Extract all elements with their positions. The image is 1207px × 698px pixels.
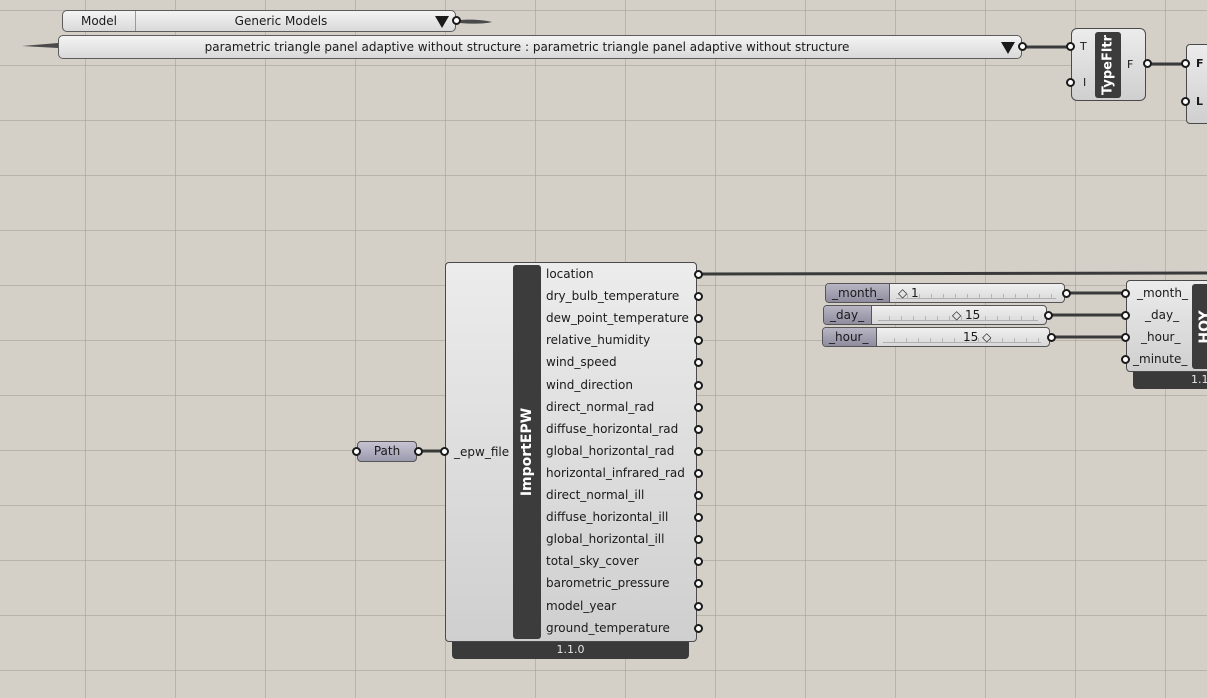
month-slider-value[interactable]: ◇ 1 [898,286,919,300]
epw-output-6: direct_normal_rad [546,399,655,414]
import-epw-component[interactable]: _epw_file ImportEPW location dry_bulb_tem… [445,262,697,642]
wire-stub-left [22,43,58,48]
hour-slider-label: _hour_ [823,328,877,346]
epw-output-12: global_horizontal_ill [546,532,665,547]
hoy-grip-hour[interactable] [1121,333,1130,342]
epw-output-7: diffuse_horizontal_rad [546,421,679,436]
hour-slider-grip[interactable] [1047,333,1056,342]
hoy-grip-month[interactable] [1121,289,1130,298]
epw-output-5: wind_direction [546,377,633,392]
epw-output-grip-7[interactable] [694,424,703,434]
dropdown-arrow-icon[interactable] [435,16,449,28]
epw-output-grip-14[interactable] [694,579,703,589]
hoy-nickname: HOY [1192,284,1207,369]
right-edge-grip-l[interactable] [1181,97,1190,106]
type-filter-input-i: I [1083,76,1087,89]
epw-output-3: relative_humidity [546,333,651,348]
right-edge-component[interactable]: F L [1186,44,1207,124]
epw-output-1: dry_bulb_temperature [546,289,680,304]
month-slider-grip[interactable] [1062,289,1071,298]
epw-output-16: ground_temperature [546,620,670,635]
epw-output-grip-1[interactable] [694,292,703,302]
epw-output-grip-10[interactable] [694,491,703,500]
epw-output-15: model_year [546,598,617,613]
type-filter-grip-t[interactable] [1066,42,1075,51]
epw-output-10: direct_normal_ill [546,488,645,502]
epw-output-4: wind_speed [546,355,617,370]
month-slider-track[interactable] [896,287,1056,299]
path-label: Path [373,444,401,458]
type-filter-output-f: F [1127,58,1134,71]
type-filter-grip-i[interactable] [1066,78,1075,87]
epw-output-grip-12[interactable] [694,535,703,545]
element-output-grip[interactable] [1018,42,1027,51]
epw-output-2: dew_point_temperature [546,311,689,326]
import-epw-version: 1.1.0 [452,642,689,659]
hoy-input-minute: _minute_ [1133,352,1188,366]
type-filter-nickname: TypeFltr [1095,32,1121,98]
epw-output-grip-8[interactable] [694,446,703,456]
right-edge-input-l: L [1196,95,1204,108]
month-slider[interactable]: _month_ ◇ 1 [825,283,1065,303]
element-type-dropdown[interactable]: parametric triangle panel adaptive witho… [58,35,1022,59]
hoy-input-month: _month_ [1137,286,1188,300]
epw-output-grip-0[interactable] [694,270,703,279]
wire-location-out [699,271,1207,276]
hoy-grip-day[interactable] [1121,311,1130,320]
model-output-grip[interactable] [452,16,461,25]
hour-slider-track[interactable] [883,331,1041,343]
day-slider-value[interactable]: ◇ 15 [952,308,980,322]
epw-output-grip-3[interactable] [694,336,703,346]
type-filter-grip-f[interactable] [1143,59,1152,68]
epw-output-9: horizontal_infrared_rad [546,465,685,480]
hoy-input-hour: _hour_ [1141,330,1181,344]
epw-output-0: location [546,267,594,281]
epw-output-13: total_sky_cover [546,554,639,569]
path-input-grip[interactable] [352,447,361,456]
type-filter-input-t: T [1080,40,1087,53]
right-edge-input-f: F [1196,57,1204,70]
day-slider-grip[interactable] [1044,311,1053,320]
model-label: Model [80,14,118,28]
epw-output-grip-13[interactable] [694,557,703,567]
hoy-input-day: _day_ [1145,308,1180,322]
epw-file-input-label: _epw_file [454,445,510,459]
epw-output-11: diffuse_horizontal_ill [546,510,669,525]
epw-output-grip-2[interactable] [694,314,703,324]
hoy-component[interactable]: _month_ _day_ _hour_ _minute_ HOY [1126,280,1207,372]
model-category-dropdown[interactable]: Model Generic Models [62,10,456,32]
wire-stub-model [460,19,492,24]
model-value: Generic Models [234,14,328,28]
epw-output-14: barometric_pressure [546,576,670,591]
hour-slider-value[interactable]: 15 ◇ [963,330,991,344]
hoy-version: 1.1 [1133,372,1207,389]
import-epw-nickname: ImportEPW [513,265,541,639]
epw-output-grip-6[interactable] [694,402,703,412]
day-slider-label: _day_ [824,306,872,324]
epw-output-8: global_horizontal_rad [546,443,675,458]
right-edge-grip-f[interactable] [1181,59,1190,68]
path-output-grip[interactable] [414,447,423,456]
epw-file-input-grip[interactable] [440,447,449,456]
epw-output-grip-16[interactable] [694,623,703,633]
element-value: parametric triangle panel adaptive witho… [204,40,850,54]
epw-output-grip-5[interactable] [694,380,703,390]
dropdown-arrow-icon[interactable] [1001,42,1015,54]
epw-output-grip-4[interactable] [694,358,703,368]
type-filter-component[interactable]: T I TypeFltr F [1071,28,1146,101]
path-parameter[interactable]: Path [357,441,417,462]
month-slider-label: _month_ [826,284,890,302]
epw-output-grip-9[interactable] [694,468,703,478]
epw-output-grip-11[interactable] [694,513,703,523]
epw-output-grip-15[interactable] [694,601,703,611]
day-slider[interactable]: _day_ ◇ 15 [823,305,1047,325]
hoy-grip-minute[interactable] [1121,355,1130,364]
hour-slider[interactable]: _hour_ 15 ◇ [822,327,1050,347]
